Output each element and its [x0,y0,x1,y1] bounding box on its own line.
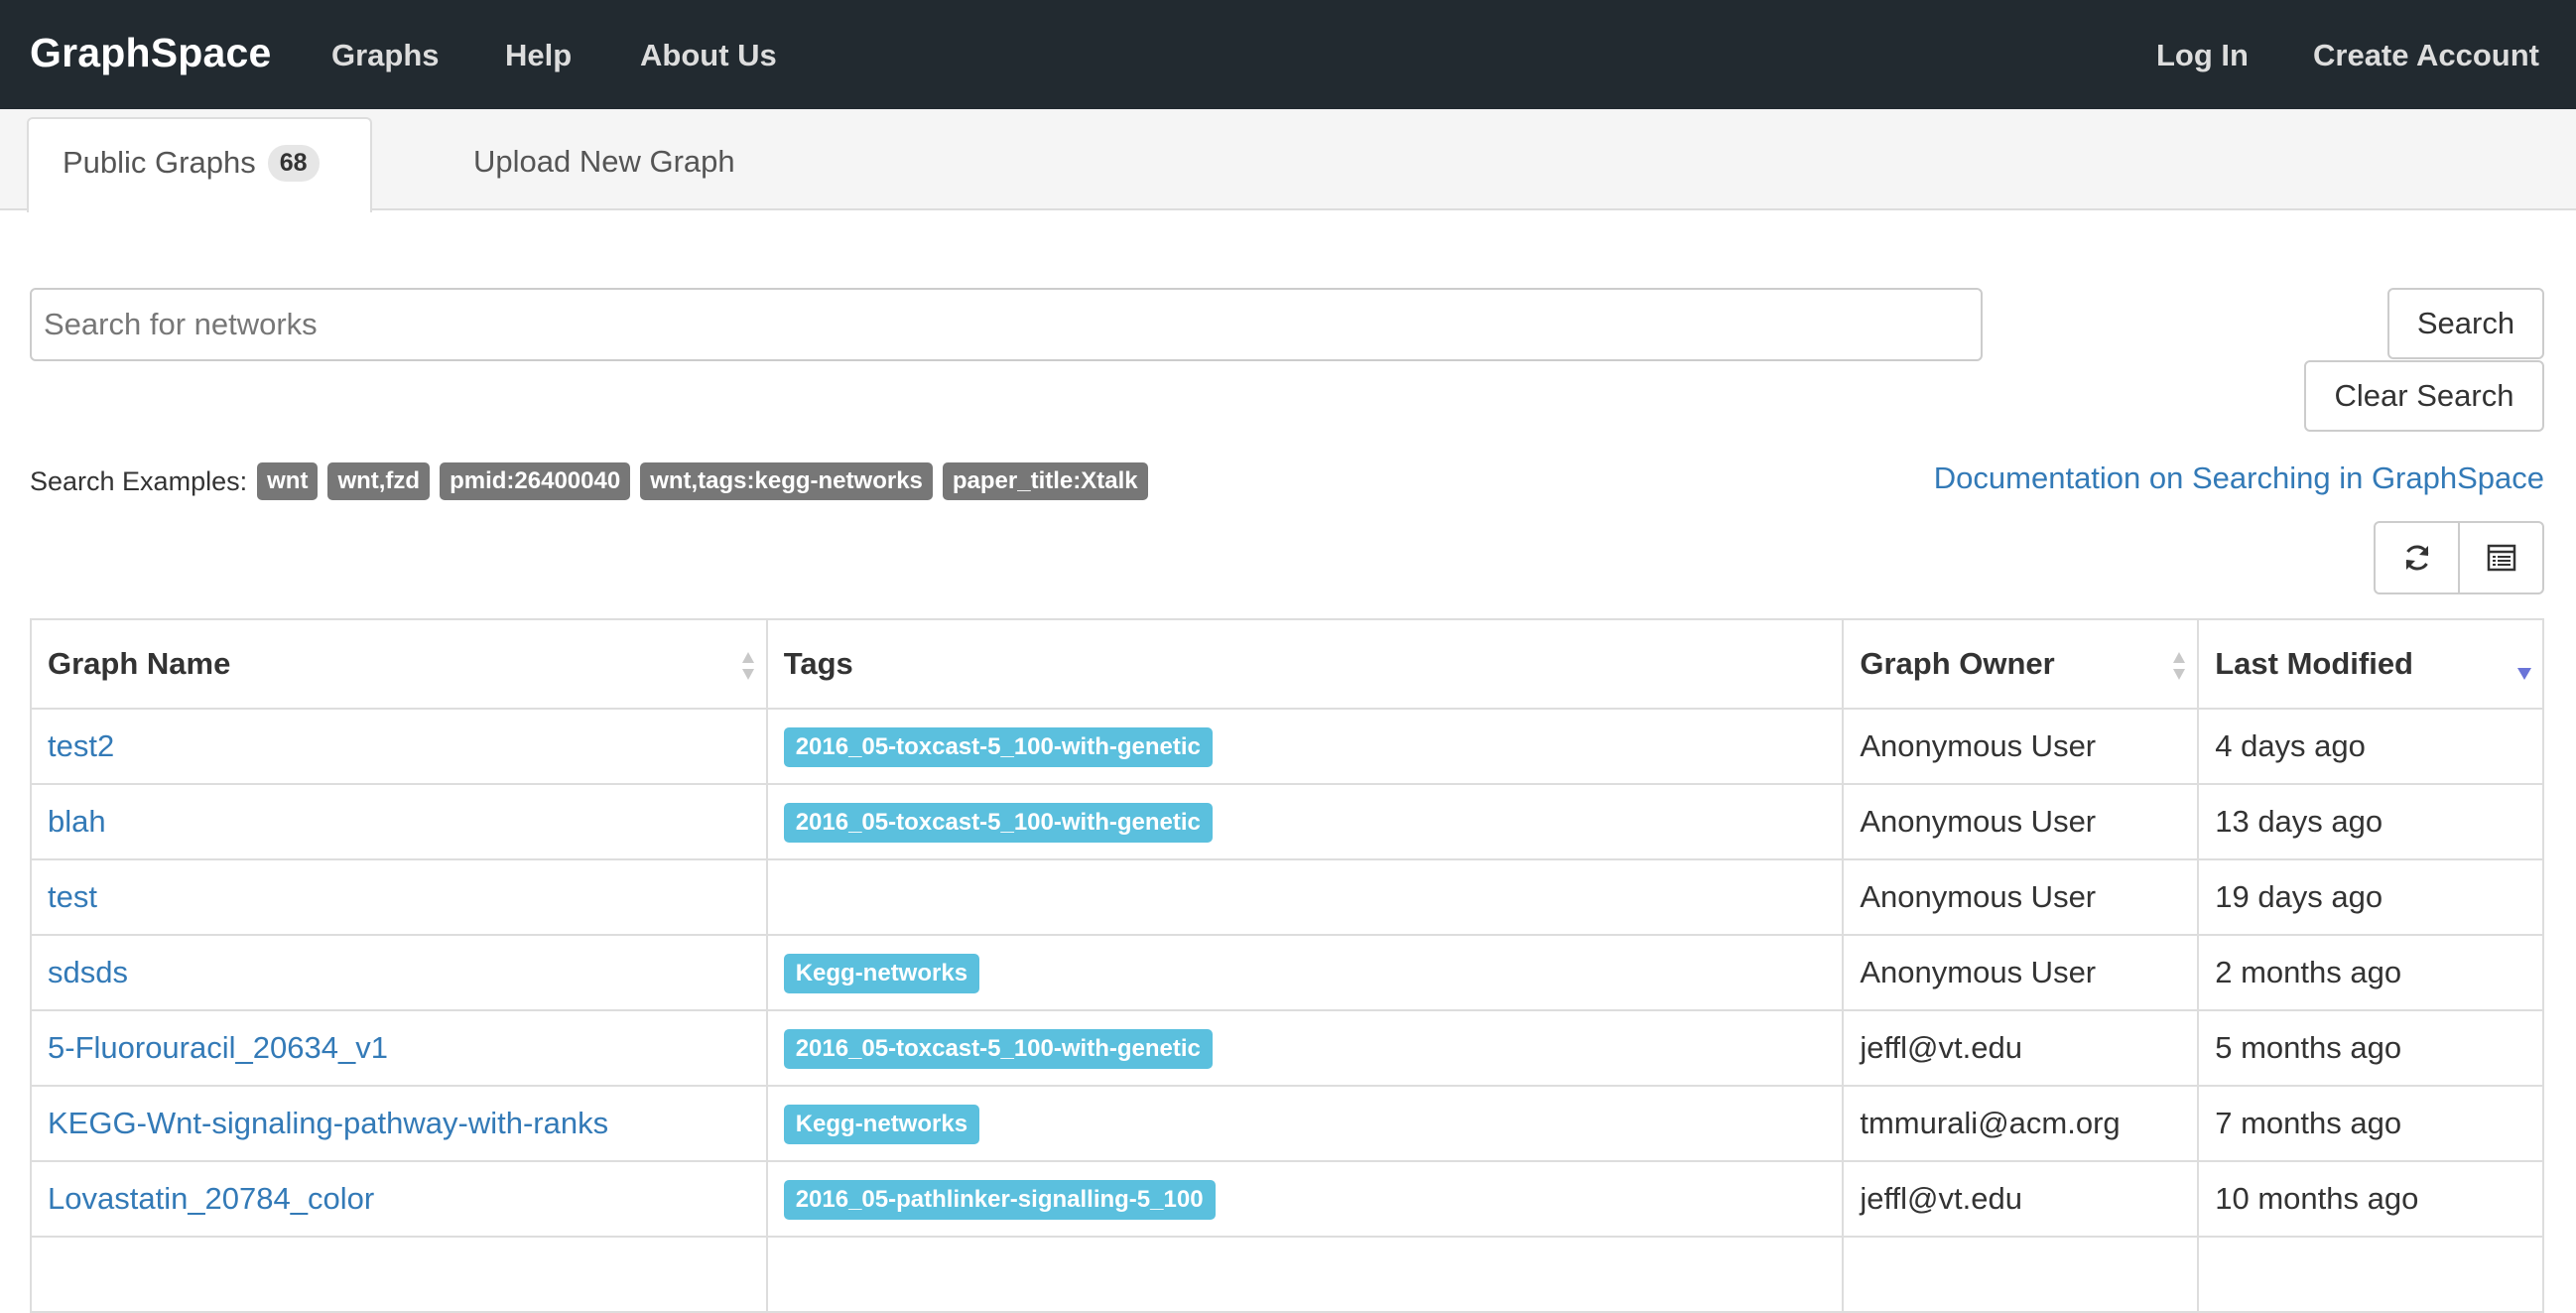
graph-name-link[interactable]: blah [48,804,106,839]
graph-name-link[interactable]: Lovastatin_20784_color [48,1181,374,1216]
tab-bar: Public Graphs 68 Upload New Graph [0,109,2576,212]
graph-owner: Anonymous User [1842,858,2200,936]
graph-tag-badge[interactable]: Kegg-networks [783,1104,980,1144]
sort-icon [741,652,754,680]
search-examples-label: Search Examples: [30,465,248,496]
tab-upload-new-graph[interactable]: Upload New Graph [473,144,735,180]
columns-button[interactable] [2458,523,2542,592]
nav-graphs[interactable]: Graphs [331,38,440,73]
table-row [30,1236,2544,1313]
graph-name-link[interactable]: KEGG-Wnt-signaling-pathway-with-ranks [48,1106,608,1140]
graph-tags-empty [765,858,1845,936]
graph-tag-badge[interactable]: Kegg-networks [783,953,980,993]
table-header-row: Graph Name Tags Graph Owner Last Modifie… [30,618,2544,710]
table-row: 5-Fluorouracil_20634_v1 2016_05-toxcast-… [30,1009,2544,1087]
brand-logo[interactable]: GraphSpace [30,30,272,76]
search-example-tag[interactable]: wnt,tags:kegg-networks [640,462,933,500]
last-modified: 19 days ago [2197,858,2544,936]
nav-about-us[interactable]: About Us [640,38,777,73]
nav-create-account[interactable]: Create Account [2313,38,2539,73]
table-row: KEGG-Wnt-signaling-pathway-with-ranks Ke… [30,1085,2544,1162]
column-header-tags: Tags [765,618,1845,710]
list-icon [2487,544,2515,572]
table-row: test Anonymous User 19 days ago [30,858,2544,936]
nav-help[interactable]: Help [505,38,572,73]
graph-tag-badge[interactable]: 2016_05-pathlinker-signalling-5_100 [783,1179,1216,1220]
search-example-tag[interactable]: wnt [257,462,319,500]
clear-search-button[interactable]: Clear Search [2304,360,2544,432]
graph-name-link[interactable]: sdsds [48,955,128,989]
tab-public-graphs-label: Public Graphs 68 [63,145,320,182]
graph-owner: tmmurali@acm.org [1842,1085,2200,1162]
search-documentation-link[interactable]: Documentation on Searching in GraphSpace [1934,460,2544,496]
table-row: sdsds Kegg-networks Anonymous User 2 mon… [30,934,2544,1011]
last-modified: 5 months ago [2197,1009,2544,1087]
search-examples: Search Examples: wnt wnt,fzd pmid:264000… [30,461,1148,501]
table-cell-empty [30,1236,768,1313]
column-header-last-modified[interactable]: Last Modified [2197,618,2544,710]
graph-owner: jeffl@vt.edu [1842,1009,2200,1087]
table-row: blah 2016_05-toxcast-5_100-with-genetic … [30,783,2544,860]
search-button[interactable]: Search [2387,288,2544,359]
table-row: Lovastatin_20784_color 2016_05-pathlinke… [30,1160,2544,1238]
graphs-table: Graph Name Tags Graph Owner Last Modifie… [30,618,2544,1313]
graph-name-link[interactable]: test2 [48,728,114,763]
graph-tag-badge[interactable]: 2016_05-toxcast-5_100-with-genetic [783,1028,1213,1069]
graph-name-link[interactable]: test [48,879,97,914]
table-toolbar [2374,521,2544,594]
graph-name-link[interactable]: 5-Fluorouracil_20634_v1 [48,1030,388,1065]
tab-public-graphs[interactable]: Public Graphs 68 [27,117,372,212]
navbar: GraphSpace Graphs Help About Us Log In C… [0,0,2576,109]
table-cell-empty [2197,1236,2544,1313]
nav-log-in[interactable]: Log In [2156,38,2249,73]
sort-icon [2173,652,2186,680]
graph-owner: Anonymous User [1842,934,2200,1011]
last-modified: 10 months ago [2197,1160,2544,1238]
column-header-graph-name[interactable]: Graph Name [30,618,768,710]
last-modified: 7 months ago [2197,1085,2544,1162]
last-modified: 13 days ago [2197,783,2544,860]
table-row: test2 2016_05-toxcast-5_100-with-genetic… [30,708,2544,785]
graph-tag-badge[interactable]: 2016_05-toxcast-5_100-with-genetic [783,802,1213,843]
search-input[interactable] [30,288,1983,361]
graph-owner: Anonymous User [1842,708,2200,785]
table-cell-empty [765,1236,1845,1313]
last-modified: 2 months ago [2197,934,2544,1011]
column-header-graph-owner[interactable]: Graph Owner [1842,618,2200,710]
last-modified: 4 days ago [2197,708,2544,785]
graph-owner: Anonymous User [1842,783,2200,860]
sort-descending-icon [2517,668,2531,680]
search-example-tag[interactable]: wnt,fzd [327,462,431,500]
table-cell-empty [1842,1236,2200,1313]
search-example-tag[interactable]: pmid:26400040 [440,462,631,500]
graph-tag-badge[interactable]: 2016_05-toxcast-5_100-with-genetic [783,726,1213,767]
refresh-icon [2405,545,2428,571]
search-example-tag[interactable]: paper_title:Xtalk [942,462,1148,500]
graph-count-badge: 68 [267,145,320,182]
graph-owner: jeffl@vt.edu [1842,1160,2200,1238]
refresh-button[interactable] [2376,523,2458,592]
